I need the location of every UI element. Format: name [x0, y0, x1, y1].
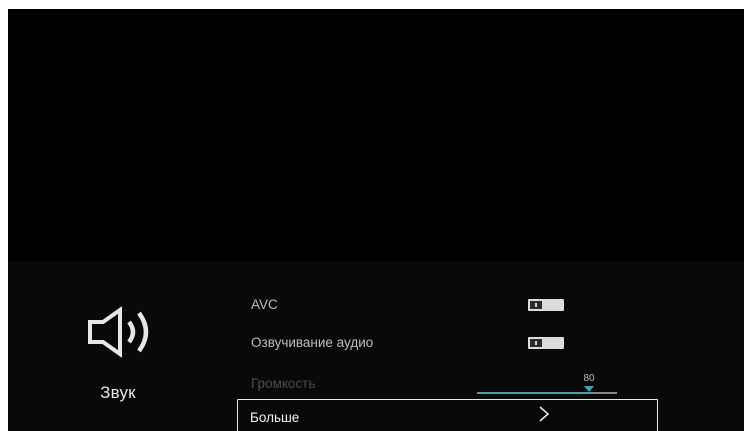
tv-screen: Звук AVC Озвучивание аудио Громкость 80 — [8, 9, 744, 431]
chevron-right-icon — [539, 406, 550, 422]
speaker-icon — [88, 306, 149, 358]
audio-description-label: Озвучивание аудио — [251, 335, 374, 350]
audio-description-row[interactable]: Озвучивание аудио — [248, 330, 658, 356]
more-label: Больше — [250, 410, 300, 425]
volume-row: Громкость 80 — [248, 371, 658, 397]
audio-description-toggle[interactable] — [528, 337, 564, 349]
sound-settings-panel: Звук AVC Озвучивание аудио Громкость 80 — [8, 261, 744, 431]
toggle-knob — [530, 339, 542, 347]
avc-toggle[interactable] — [528, 299, 564, 311]
volume-thumb[interactable] — [584, 386, 594, 392]
volume-slider[interactable]: 80 — [477, 373, 617, 397]
avc-row[interactable]: AVC — [248, 292, 658, 318]
category-title: Звук — [100, 383, 136, 402]
volume-track — [477, 392, 617, 394]
volume-fill — [477, 392, 589, 394]
toggle-knob — [530, 301, 542, 309]
volume-label: Громкость — [251, 376, 316, 391]
volume-value: 80 — [583, 373, 595, 384]
more-button[interactable]: Больше — [237, 399, 658, 431]
avc-label: AVC — [251, 297, 278, 312]
